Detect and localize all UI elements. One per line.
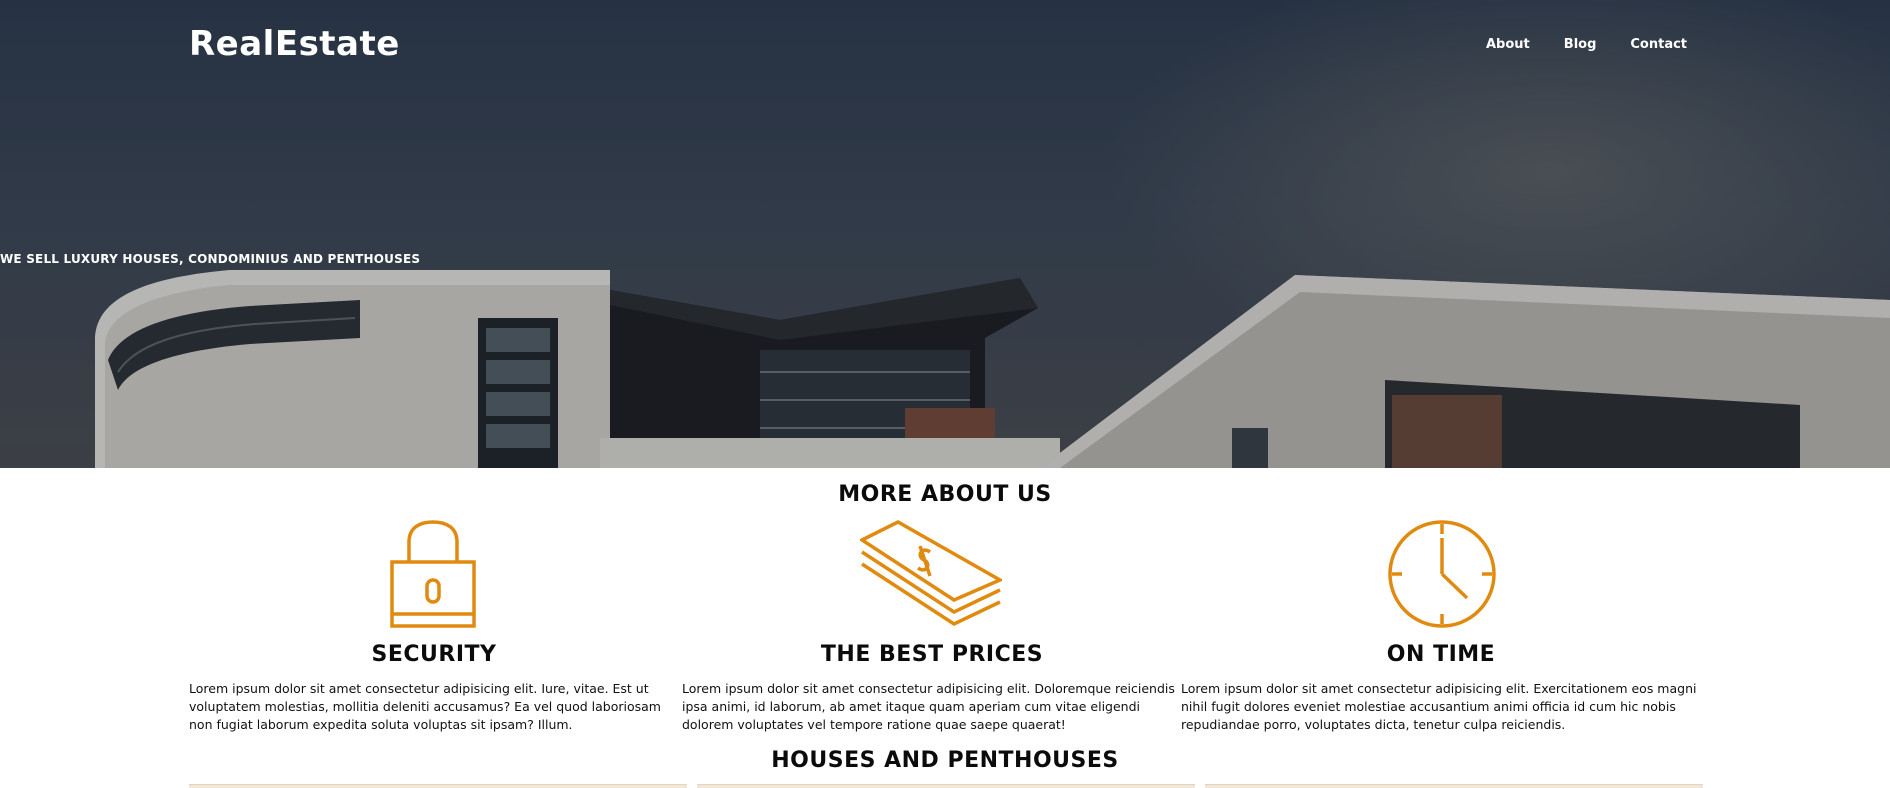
feature-title-best-prices: THE BEST PRICES bbox=[820, 642, 1044, 667]
feature-text-best-prices: Lorem ipsum dolor sit amet consectetur a… bbox=[682, 681, 1175, 732]
feature-text-on-time: Lorem ipsum dolor sit amet consectetur a… bbox=[1181, 681, 1697, 732]
property-card[interactable] bbox=[189, 784, 687, 788]
nav-link-contact[interactable]: Contact bbox=[1630, 37, 1687, 52]
section-title-houses: HOUSES AND PENTHOUSES bbox=[771, 748, 1119, 773]
top-nav: About Blog Contact bbox=[1486, 37, 1721, 52]
feature-title-security: SECURITY bbox=[371, 642, 497, 667]
section-title-about: MORE ABOUT US bbox=[838, 482, 1052, 507]
padlock-icon bbox=[390, 520, 476, 628]
property-cards bbox=[189, 784, 1703, 788]
nav-link-about[interactable]: About bbox=[1486, 37, 1530, 52]
hero-banner: RealEstate About Blog Contact WE SELL LU… bbox=[0, 0, 1890, 468]
property-card[interactable] bbox=[1205, 784, 1703, 788]
property-card[interactable] bbox=[697, 784, 1195, 788]
feature-title-on-time: ON TIME bbox=[1386, 642, 1496, 667]
hero-overlay bbox=[0, 0, 1890, 468]
money-stack-icon bbox=[860, 520, 1002, 627]
clock-icon bbox=[1388, 520, 1496, 628]
feature-text-security: Lorem ipsum dolor sit amet consectetur a… bbox=[189, 681, 661, 732]
hero-tagline: WE SELL LUXURY HOUSES, CONDOMINIUS AND P… bbox=[0, 252, 421, 266]
brand-logo[interactable]: RealEstate bbox=[189, 24, 400, 64]
nav-link-blog[interactable]: Blog bbox=[1564, 37, 1597, 52]
